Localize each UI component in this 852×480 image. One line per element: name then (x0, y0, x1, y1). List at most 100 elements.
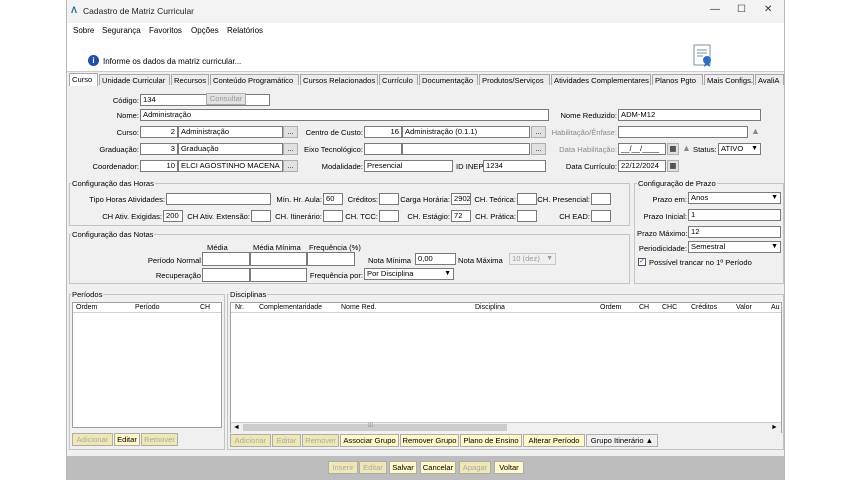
associar-grupo-button[interactable]: Associar Grupo (340, 434, 399, 447)
remover-grupo-button[interactable]: Remover Grupo (400, 434, 459, 447)
tab-cursos-relacionados[interactable]: Cursos Relacionados (300, 74, 378, 85)
close-button[interactable]: ✕ (764, 4, 772, 15)
eixo-code-field[interactable] (364, 143, 402, 155)
prazo-maximo-field[interactable]: 12 (688, 226, 781, 238)
nota-minima-field[interactable]: 0,00 (415, 253, 456, 265)
tab-mais-configs[interactable]: Mais Configs. (704, 74, 754, 85)
col-nr[interactable]: Nr. (235, 304, 244, 311)
graduacao-code-field[interactable]: 3 (140, 143, 178, 155)
tab-produtos-servicos[interactable]: Produtos/Serviços (479, 74, 550, 85)
scroll-left-icon[interactable]: ◄ (233, 424, 240, 431)
coordenador-name-field[interactable]: ELCI AGOSTINHO MACENA (178, 160, 283, 172)
habilitacao-field[interactable] (618, 126, 748, 138)
nome-reduzido-field[interactable]: ADM-M12 (618, 109, 761, 121)
periodo-normal-frequencia-field[interactable] (307, 252, 355, 266)
consultar-button[interactable]: Consultar (206, 93, 246, 105)
recuperacao-media-minima-field[interactable] (250, 268, 307, 282)
id-inep-field[interactable]: 1234 (483, 160, 546, 172)
curso-lookup-button[interactable]: ... (283, 126, 298, 138)
menu-relatorios[interactable]: Relatórios (227, 26, 263, 35)
ch-presencial-field[interactable] (591, 193, 611, 205)
ch-itinerario-field[interactable] (323, 210, 343, 222)
codigo-field[interactable]: 134 (140, 94, 270, 106)
trancar-checkbox[interactable]: ✓ (638, 258, 646, 266)
prazo-inicial-field[interactable]: 1 (688, 209, 781, 221)
nome-field[interactable]: Administração (140, 109, 549, 121)
scroll-thumb[interactable]: ⁞⁞⁞ (243, 423, 507, 431)
periodo-normal-media-field[interactable] (202, 252, 250, 266)
disciplinas-grid[interactable]: Nr. Complementaridade Nome Red. Discipli… (230, 302, 782, 433)
col-au[interactable]: Au (771, 304, 780, 311)
eixo-lookup-button[interactable]: ... (531, 143, 546, 155)
modalidade-field[interactable]: Presencial (364, 160, 453, 172)
coordenador-lookup-button[interactable]: ... (283, 160, 298, 172)
graduacao-name-field[interactable]: Graduação (178, 143, 283, 155)
disciplinas-remover-button[interactable]: Remover (302, 434, 339, 447)
col-periodo[interactable]: Período (135, 304, 160, 311)
menu-opcoes[interactable]: Opções (191, 26, 219, 35)
min-hr-aula-field[interactable]: 60 (323, 193, 343, 205)
periodos-remover-button[interactable]: Remover (141, 433, 178, 446)
centro-custo-lookup-button[interactable]: ... (531, 126, 546, 138)
ch-exigidas-field[interactable]: 200 (163, 210, 183, 222)
tipo-horas-field[interactable] (166, 193, 271, 205)
tab-curso[interactable]: Curso (69, 73, 98, 86)
periodos-adicionar-button[interactable]: Adicionar (72, 433, 113, 446)
status-select[interactable]: ATIVO ▼ (718, 143, 761, 155)
curso-code-field[interactable]: 2 (140, 126, 178, 138)
tab-curriculo[interactable]: Currículo (379, 74, 418, 85)
tab-conteudo-programatico[interactable]: Conteúdo Programático (210, 74, 299, 85)
tab-avalia[interactable]: AvaliA (755, 74, 784, 85)
disciplinas-h-scrollbar[interactable]: ◄ ⁞⁞⁞ ► (231, 422, 781, 433)
ch-teorica-field[interactable] (517, 193, 537, 205)
minimize-button[interactable]: — (710, 4, 720, 15)
maximize-button[interactable]: ☐ (737, 4, 746, 15)
col-chc[interactable]: CHC (662, 304, 677, 311)
col-nome-red[interactable]: Nome Red. (341, 304, 376, 311)
disciplinas-editar-button[interactable]: Editar (272, 434, 301, 447)
ch-estagio-field[interactable]: 72 (451, 210, 471, 222)
grupo-itinerario-button[interactable]: Grupo Itinerário ▲ (586, 434, 658, 447)
ch-extensao-field[interactable] (251, 210, 271, 222)
menu-sobre[interactable]: Sobre (73, 26, 94, 35)
centro-custo-code-field[interactable]: 16 (364, 126, 402, 138)
alterar-periodo-button[interactable]: Alterar Período (523, 434, 585, 447)
tab-planos-pgto[interactable]: Planos Pgto (652, 74, 703, 85)
col-disciplina[interactable]: Disciplina (475, 304, 505, 311)
data-curriculo-field[interactable]: 22/12/2024 (618, 160, 666, 172)
menu-favoritos[interactable]: Favoritos (149, 26, 182, 35)
col-ch[interactable]: CH (639, 304, 649, 311)
data-habilitacao-field[interactable]: __/__/____ (618, 143, 666, 155)
voltar-button[interactable]: Voltar (494, 461, 524, 474)
plano-de-ensino-button[interactable]: Plano de Ensino (460, 434, 522, 447)
data-curriculo-calendar-icon[interactable]: ▦ (667, 160, 679, 172)
eixo-name-field[interactable] (402, 143, 530, 155)
col-ch[interactable]: CH (200, 304, 210, 311)
tab-documentacao[interactable]: Documentação (419, 74, 478, 85)
frequencia-por-select[interactable]: Por Disciplina ▼ (364, 268, 454, 280)
periodos-editar-button[interactable]: Editar (114, 433, 140, 446)
ch-tcc-field[interactable] (379, 210, 399, 222)
inserir-button[interactable]: Inserir (328, 461, 358, 474)
curso-name-field[interactable]: Administração (178, 126, 283, 138)
editar-button[interactable]: Editar (359, 461, 387, 474)
disciplinas-adicionar-button[interactable]: Adicionar (230, 434, 271, 447)
ch-pratica-field[interactable] (517, 210, 537, 222)
tab-unidade-curricular[interactable]: Unidade Curricular (99, 74, 170, 85)
centro-custo-name-field[interactable]: Administração (0.1.1) (402, 126, 530, 138)
scroll-right-icon[interactable]: ► (771, 424, 778, 431)
col-creditos[interactable]: Créditos (691, 304, 717, 311)
menu-seguranca[interactable]: Segurança (102, 26, 141, 35)
graduacao-lookup-button[interactable]: ... (283, 143, 298, 155)
recuperacao-media-field[interactable] (202, 268, 250, 282)
tab-recursos[interactable]: Recursos (171, 74, 209, 85)
periodo-normal-media-minima-field[interactable] (250, 252, 307, 266)
col-valor[interactable]: Valor (736, 304, 752, 311)
ch-ead-field[interactable] (591, 210, 611, 222)
data-habilitacao-calendar-icon[interactable]: ▦ (667, 143, 679, 155)
apagar-button[interactable]: Apagar (459, 461, 491, 474)
salvar-button[interactable]: Salvar (389, 461, 417, 474)
carga-horaria-field[interactable]: 2902 (451, 193, 471, 205)
cancelar-button[interactable]: Cancelar (420, 461, 456, 474)
col-ordem[interactable]: Ordem (600, 304, 621, 311)
